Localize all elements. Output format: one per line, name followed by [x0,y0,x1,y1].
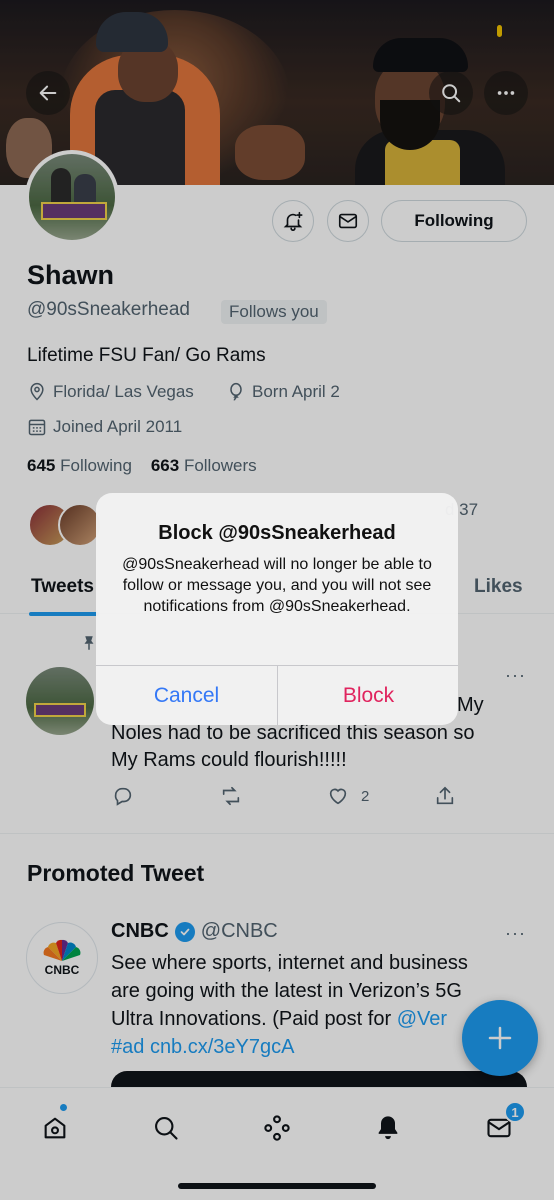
cancel-button[interactable]: Cancel [96,666,277,725]
dialog-title: Block @90sSneakerhead [158,522,396,544]
dialog-message: @90sSneakerhead will no longer be able t… [122,556,432,615]
block-confirmation-dialog: Block @90sSneakerhead @90sSneakerhead wi… [96,493,458,725]
block-button[interactable]: Block [278,666,458,725]
